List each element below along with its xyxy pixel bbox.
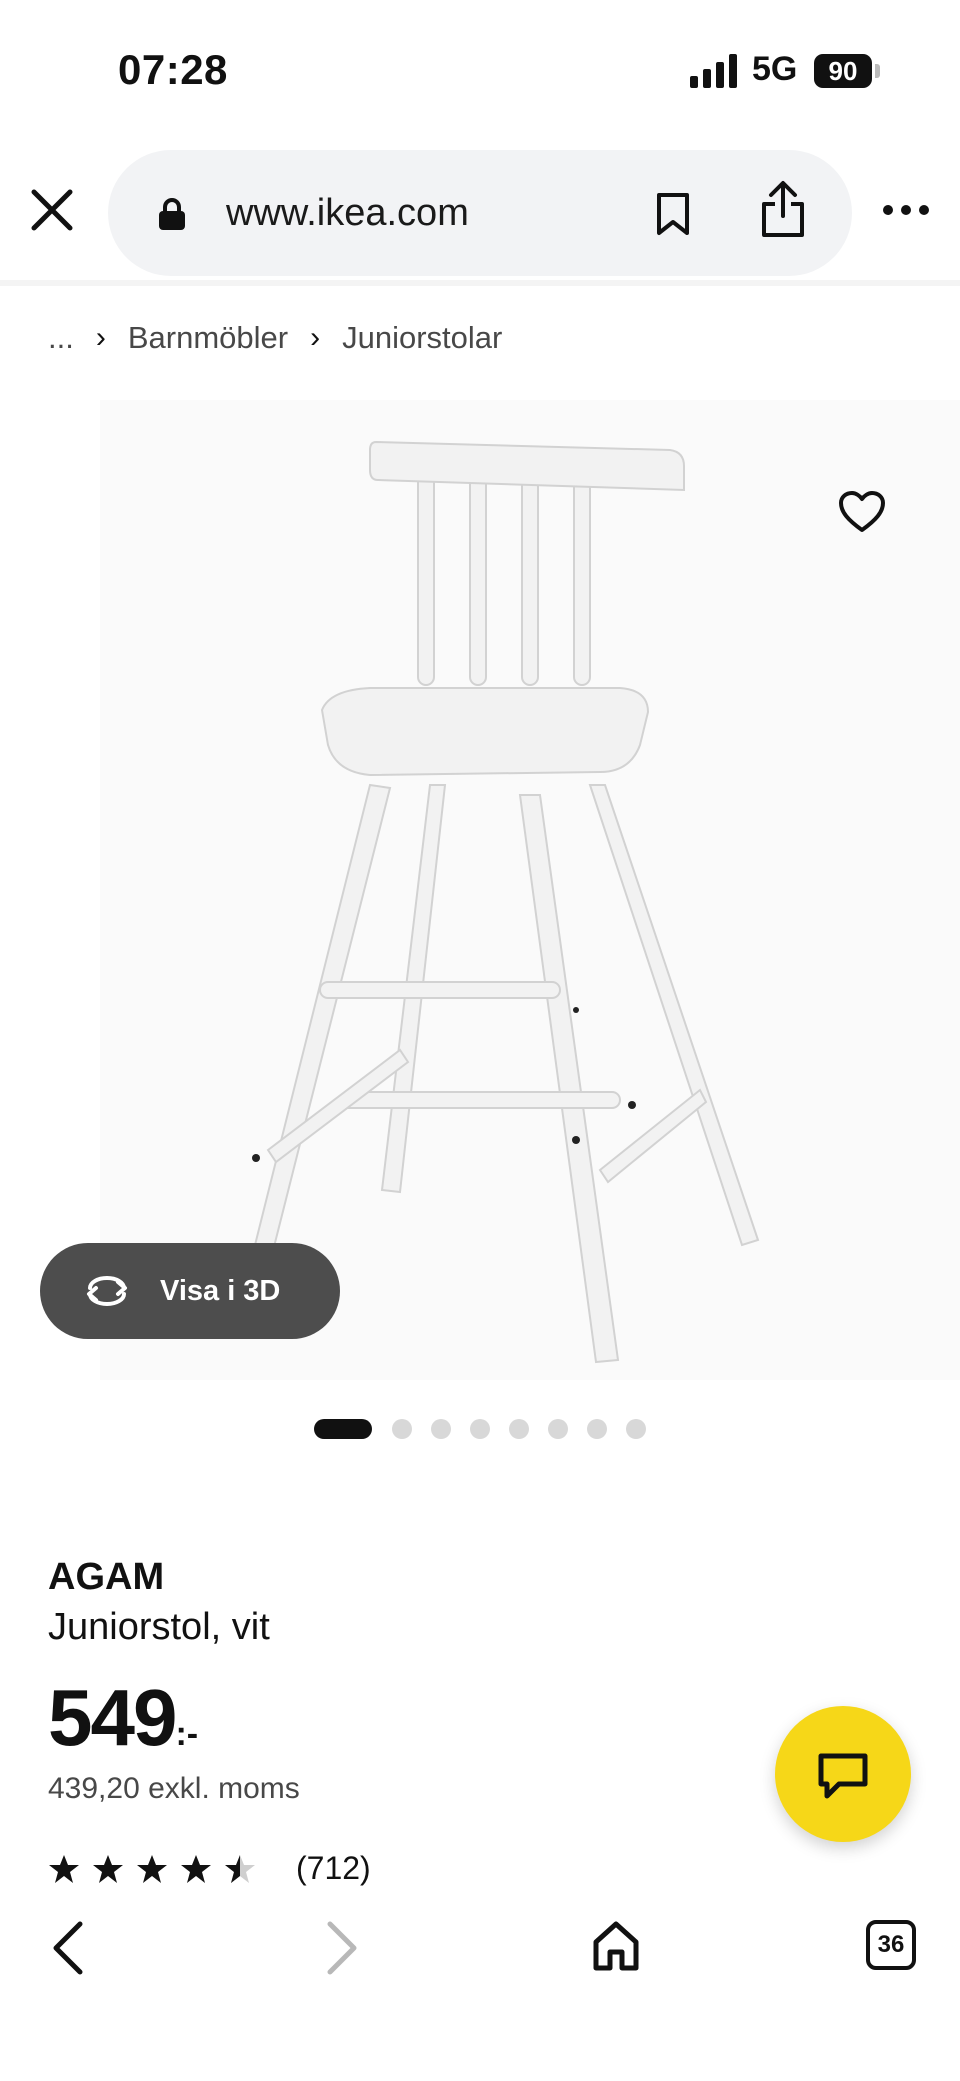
heart-icon[interactable] [838, 490, 886, 534]
price-value: 549 [48, 1673, 177, 1762]
star-icon [49, 1854, 79, 1883]
back-arrow-icon[interactable] [48, 1918, 88, 1978]
product-rating[interactable]: (712) [48, 1850, 371, 1887]
status-bar: 07:28 5G 90 [0, 0, 960, 140]
carousel-dot[interactable] [470, 1419, 490, 1439]
carousel-dot[interactable] [431, 1419, 451, 1439]
lock-icon [159, 198, 185, 230]
carousel-dot[interactable] [509, 1419, 529, 1439]
tabs-button[interactable]: 36 [866, 1920, 916, 1970]
price-excl-vat: 439,20 exkl. moms [48, 1772, 300, 1805]
star-icon [93, 1854, 123, 1883]
chevron-right-icon: › [310, 321, 321, 354]
status-time: 07:28 [118, 46, 228, 93]
carousel-dot-active[interactable] [314, 1419, 372, 1439]
bookmark-icon[interactable] [656, 192, 690, 236]
url-text[interactable]: www.ikea.com [226, 192, 469, 235]
star-icon [137, 1854, 167, 1883]
address-bar[interactable]: www.ikea.com [108, 150, 852, 276]
more-options-icon[interactable] [882, 200, 930, 220]
product-image[interactable] [100, 400, 960, 1380]
carousel-dot[interactable] [548, 1419, 568, 1439]
chevron-right-icon: › [95, 321, 106, 354]
chat-button[interactable] [775, 1706, 911, 1842]
product-description: Juniorstol, vit [48, 1606, 270, 1648]
breadcrumb: ... › Barnmöbler › Juniorstolar [48, 318, 502, 358]
carousel-dot[interactable] [626, 1419, 646, 1439]
breadcrumb-item-barnmobler[interactable]: Barnmöbler [128, 320, 288, 356]
rating-count: (712) [296, 1850, 371, 1886]
view-3d-label: Visa i 3D [160, 1274, 281, 1307]
breadcrumb-ellipsis[interactable]: ... [48, 320, 74, 356]
breadcrumb-item-juniorstolar[interactable]: Juniorstolar [342, 320, 502, 356]
carousel-dot[interactable] [587, 1419, 607, 1439]
carousel-dot[interactable] [392, 1419, 412, 1439]
forward-arrow-icon[interactable] [322, 1918, 362, 1978]
rotate-3d-icon [87, 1276, 127, 1306]
close-icon[interactable] [28, 186, 76, 234]
network-type: 5G [752, 50, 798, 88]
view-3d-button[interactable]: Visa i 3D [40, 1243, 340, 1339]
price-suffix: :- [175, 1715, 199, 1753]
browser-divider [0, 280, 960, 286]
star-icon [181, 1854, 211, 1883]
half-star-icon [225, 1854, 255, 1883]
browser-bar: www.ikea.com [0, 140, 960, 280]
browser-bottom-nav: 36 [0, 1890, 960, 2081]
product-name: AGAM [48, 1556, 165, 1598]
product-price: 549:- [48, 1672, 198, 1764]
chat-icon [818, 1753, 868, 1799]
signal-icon [690, 54, 737, 88]
carousel-indicator [314, 1418, 665, 1440]
battery-cap [875, 64, 880, 78]
share-icon[interactable] [760, 180, 806, 238]
battery-icon: 90 [814, 54, 872, 88]
home-icon[interactable] [592, 1920, 640, 1972]
